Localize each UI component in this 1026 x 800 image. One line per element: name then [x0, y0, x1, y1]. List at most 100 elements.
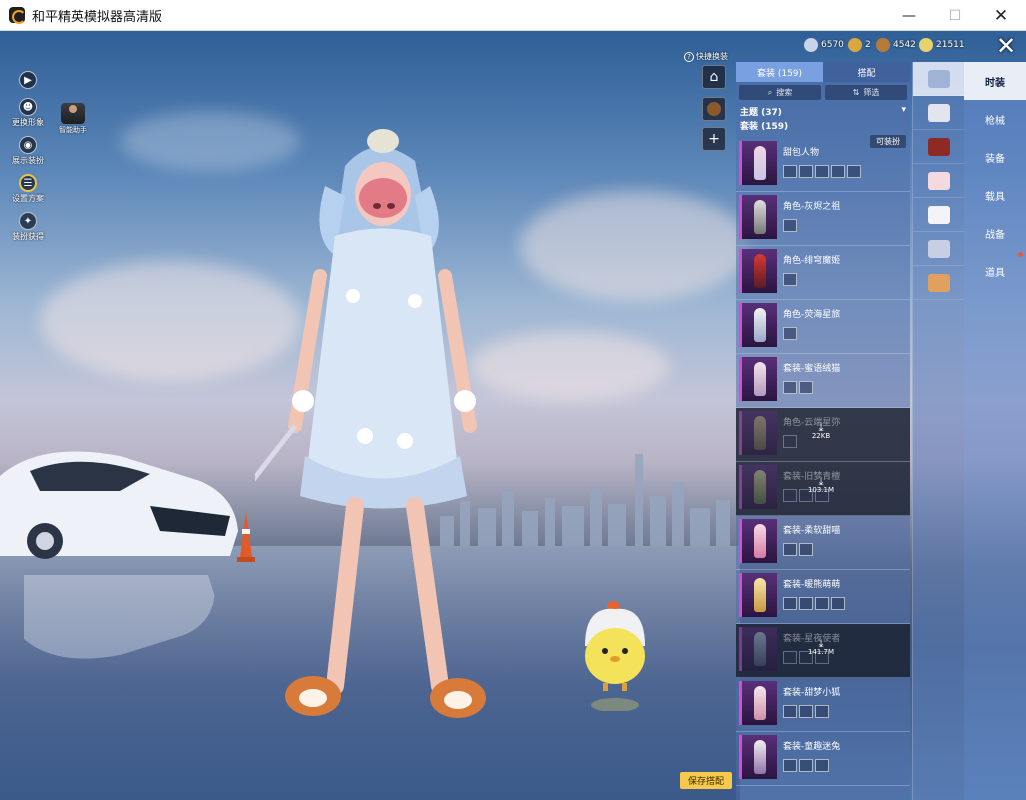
outfit-item[interactable]: 套装-甜梦小狐 — [736, 678, 910, 732]
outfit-name: 角色-荧海星旅 — [783, 310, 841, 320]
show-outfit-button[interactable]: ◉ 展示装扮 — [6, 136, 50, 166]
outfit-item[interactable]: 套装-星夜使者 ⤓ 141.7M — [736, 624, 910, 678]
category-vehicles[interactable]: 载具 — [964, 176, 1026, 214]
part-icon[interactable] — [799, 381, 813, 394]
category-items[interactable]: 道具 — [964, 252, 1026, 290]
category-combat-gear[interactable]: 战备 — [964, 214, 1026, 252]
part-icon[interactable] — [783, 489, 797, 502]
top-icon — [928, 205, 950, 224]
diamond-token-icon — [919, 38, 933, 52]
obtain-outfit-button[interactable]: ✦ 装扮获得 — [6, 212, 50, 242]
tab-suits[interactable]: 套装 (159) — [736, 62, 823, 82]
play-button[interactable]: ▶ — [6, 71, 50, 90]
slot-face[interactable] — [913, 164, 965, 198]
search-button[interactable]: ⌕ 搜索 — [739, 85, 821, 100]
part-icon[interactable] — [831, 597, 845, 610]
part-icon[interactable] — [783, 543, 797, 556]
slot-hat[interactable] — [913, 96, 965, 130]
quick-swap-label[interactable]: ? 快捷换装 — [684, 51, 728, 62]
slot-outfit[interactable] — [913, 62, 965, 96]
home-icon: ⌂ — [709, 69, 719, 85]
part-icon[interactable] — [783, 597, 797, 610]
plan-label: 设置方案 — [12, 194, 44, 203]
outfit-item[interactable]: 套装-暖熊萌萌 — [736, 570, 910, 624]
outfit-item[interactable]: 角色-荧海星旅 — [736, 300, 910, 354]
outfit-parts — [783, 435, 907, 448]
part-icon[interactable] — [847, 165, 861, 178]
part-icon[interactable] — [799, 543, 813, 556]
plan-button[interactable]: ☰ 设置方案 — [6, 174, 50, 204]
category-fashion[interactable]: 时装 — [964, 62, 1026, 100]
outfit-name: 套装-童趣迷兔 — [783, 742, 841, 752]
smart-assistant-button[interactable]: 智能助手 — [56, 103, 90, 135]
chevron-down-icon: ▾ — [901, 105, 906, 115]
minimize-button[interactable]: — — [886, 0, 932, 31]
part-icon[interactable] — [783, 759, 797, 772]
outfit-item[interactable]: 角色-绯穹魔姬 — [736, 246, 910, 300]
part-icon[interactable] — [783, 273, 797, 286]
part-icon[interactable] — [831, 165, 845, 178]
slot-shoes[interactable] — [913, 266, 965, 300]
close-window-button[interactable]: ✕ — [978, 0, 1024, 31]
theme-dropdown[interactable]: 主题 (37) ▾ — [736, 103, 910, 118]
category-equipment[interactable]: 装备 — [964, 138, 1026, 176]
medal-button[interactable] — [702, 97, 726, 121]
outfit-list: 甜包人物 角色-灰烬之祖 角色-绯穹魔姬 角色-荧海星旅 套装-蜜语绒猫 角色-… — [736, 138, 910, 786]
download-indicator[interactable]: ⤓ 103.1M — [806, 476, 836, 494]
part-icon[interactable] — [783, 651, 797, 664]
tab-combos[interactable]: 搭配 — [823, 62, 910, 82]
outfit-item[interactable]: 角色-灰烬之祖 — [736, 192, 910, 246]
outfit-name: 角色-灰烬之祖 — [783, 202, 841, 212]
part-icon[interactable] — [783, 219, 797, 232]
outfit-item[interactable]: 套装-柔软甜喵 — [736, 516, 910, 570]
change-look-button[interactable]: ☻ 更换形象 — [6, 98, 50, 128]
maximize-button[interactable]: ☐ — [932, 0, 978, 31]
pants-icon — [928, 239, 950, 258]
part-icon[interactable] — [783, 165, 797, 178]
download-size: 141.7M — [807, 648, 835, 656]
part-icon[interactable] — [815, 165, 829, 178]
outfit-item[interactable]: 套装-蜜语绒猫 — [736, 354, 910, 408]
slot-top[interactable] — [913, 198, 965, 232]
outfit-thumbnail — [739, 735, 777, 779]
part-icon[interactable] — [783, 327, 797, 340]
download-indicator[interactable]: ⤓ 22KB — [806, 422, 836, 440]
add-button[interactable]: + — [702, 127, 726, 151]
face-icon — [928, 171, 950, 190]
outfit-item[interactable]: 角色-云端星弥 ⤓ 22KB — [736, 408, 910, 462]
car-reflection — [24, 575, 215, 659]
part-icon[interactable] — [815, 705, 829, 718]
traffic-cone — [237, 511, 255, 562]
category-weapons[interactable]: 枪械 — [964, 100, 1026, 138]
outfit-parts — [783, 759, 907, 772]
outfit-parts — [783, 705, 907, 718]
outfit-parts — [783, 273, 907, 286]
part-icon[interactable] — [783, 705, 797, 718]
outfit-thumbnail — [739, 681, 777, 725]
app-logo-icon — [9, 7, 26, 24]
window-title: 和平精英模拟器高清版 — [32, 9, 163, 25]
download-indicator[interactable]: ⤓ 141.7M — [806, 638, 836, 656]
part-icon[interactable] — [799, 705, 813, 718]
outfit-thumbnail — [739, 141, 777, 185]
notification-dot — [1018, 252, 1023, 257]
part-icon[interactable] — [815, 597, 829, 610]
outfit-item[interactable]: 甜包人物 — [736, 138, 910, 192]
close-panel-button[interactable]: ✕ — [990, 32, 1022, 60]
part-icon[interactable] — [799, 597, 813, 610]
save-combo-button[interactable]: 保存搭配 — [680, 772, 732, 789]
home-button[interactable]: ⌂ — [702, 65, 726, 89]
coupon-icon — [804, 38, 818, 52]
eye-icon: ◉ — [19, 136, 37, 154]
filter-button[interactable]: ⇅ 筛选 — [825, 85, 907, 100]
outfit-item[interactable]: 套装-童趣迷兔 — [736, 732, 910, 786]
part-icon[interactable] — [815, 759, 829, 772]
slot-pants[interactable] — [913, 232, 965, 266]
part-icon[interactable] — [783, 435, 797, 448]
part-icon[interactable] — [799, 165, 813, 178]
slot-mask[interactable] — [913, 130, 965, 164]
outfit-item[interactable]: 套装-旧梦青檀 ⤓ 103.1M — [736, 462, 910, 516]
part-icon[interactable] — [799, 759, 813, 772]
part-icon[interactable] — [783, 381, 797, 394]
search-row: ⌕ 搜索 ⇅ 筛选 — [736, 82, 910, 103]
